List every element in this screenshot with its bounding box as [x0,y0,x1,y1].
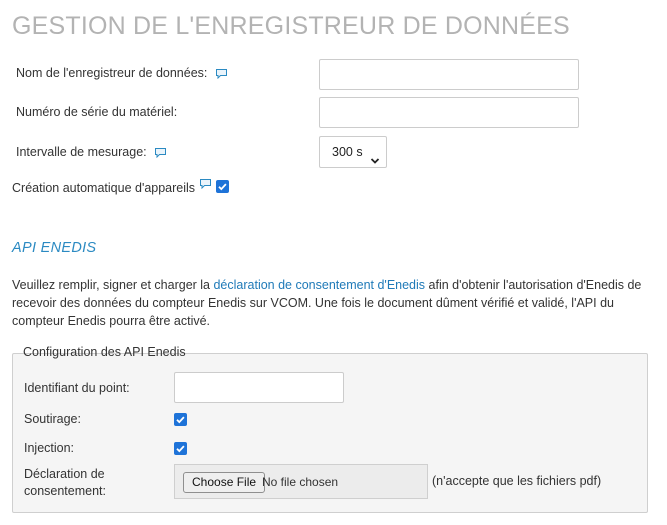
logger-name-input[interactable] [319,59,579,90]
speech-bubble-icon[interactable] [154,147,167,159]
speech-bubble-icon[interactable] [199,177,212,190]
file-format-hint: (n'accepte que les fichiers pdf) [432,474,602,488]
serial-input[interactable] [319,97,579,128]
soutirage-label: Soutirage: [24,412,81,426]
page-title: GESTION DE L'ENREGISTREUR DE DONNÉES [12,12,570,40]
interval-label: Intervalle de mesurage: [16,145,167,159]
consent-declaration-link[interactable]: déclaration de consentement d'Enedis [213,278,425,292]
api-config-legend: Configuration des API Enedis [23,345,186,359]
injection-label: Injection: [24,441,75,455]
check-icon [176,416,185,424]
consent-label: Déclaration de consentement: [24,466,106,500]
consent-file-input: Choose File No file chosen [174,464,428,499]
auto-create-checkbox[interactable] [216,180,229,193]
auto-create-label: Création automatique d'appareils [12,181,195,195]
consent-label-line2: consentement: [24,484,106,498]
logger-name-label-text: Nom de l'enregistreur de données: [16,66,208,80]
api-intro-text: Veuillez remplir, signer et charger la d… [12,276,652,330]
check-icon [218,183,227,191]
check-icon [176,445,185,453]
soutirage-checkbox[interactable] [174,413,187,426]
interval-select-value: 300 s [332,145,363,159]
interval-select[interactable]: 300 s [319,136,387,168]
chevron-down-icon [370,147,380,164]
intro-text-before: Veuillez remplir, signer et charger la [12,278,214,292]
api-section-title: API ENEDIS [12,240,97,256]
file-status-text: No file chosen [262,475,339,489]
consent-label-line1: Déclaration de [24,467,105,481]
choose-file-button[interactable]: Choose File [183,472,266,493]
serial-label: Numéro de série du matériel: [16,105,178,119]
interval-label-text: Intervalle de mesurage: [16,145,147,159]
injection-checkbox[interactable] [174,442,187,455]
logger-name-label: Nom de l'enregistreur de données: [16,66,228,80]
auto-create-label-text: Création automatique d'appareils [12,181,196,195]
speech-bubble-icon[interactable] [215,68,228,80]
point-id-label: Identifiant du point: [24,381,130,395]
point-id-input[interactable] [174,372,344,403]
